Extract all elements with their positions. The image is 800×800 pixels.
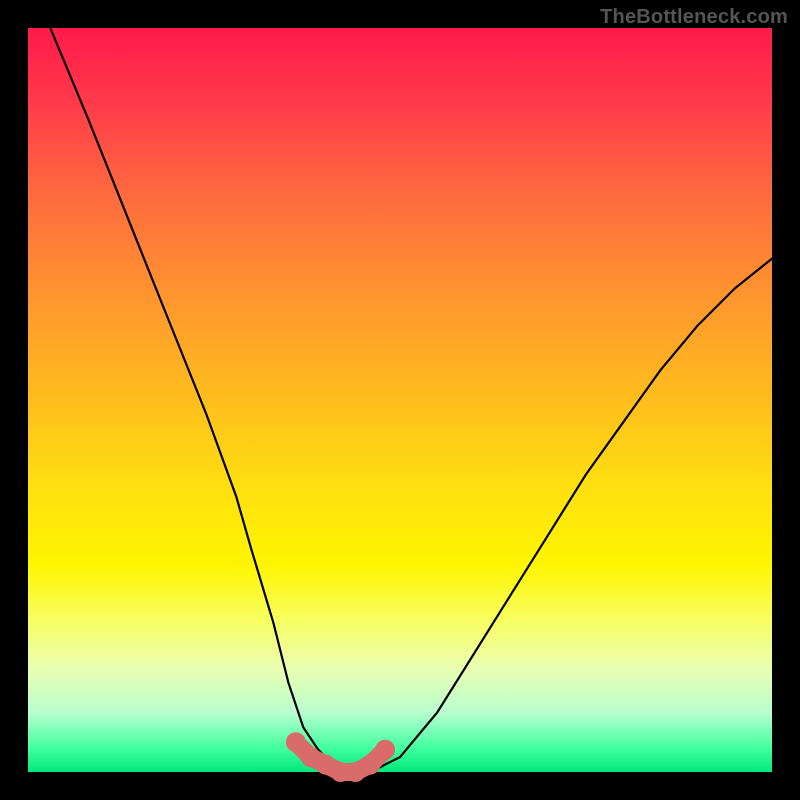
chart-svg: [28, 28, 772, 772]
bottleneck-curve: [50, 28, 772, 772]
optimal-dot: [375, 740, 395, 760]
chart-frame: TheBottleneck.com: [0, 0, 800, 800]
plot-area: [28, 28, 772, 772]
optimal-dot: [286, 732, 306, 752]
watermark-text: TheBottleneck.com: [600, 6, 788, 29]
optimal-dot: [360, 755, 380, 775]
optimal-band-dots: [286, 732, 395, 782]
